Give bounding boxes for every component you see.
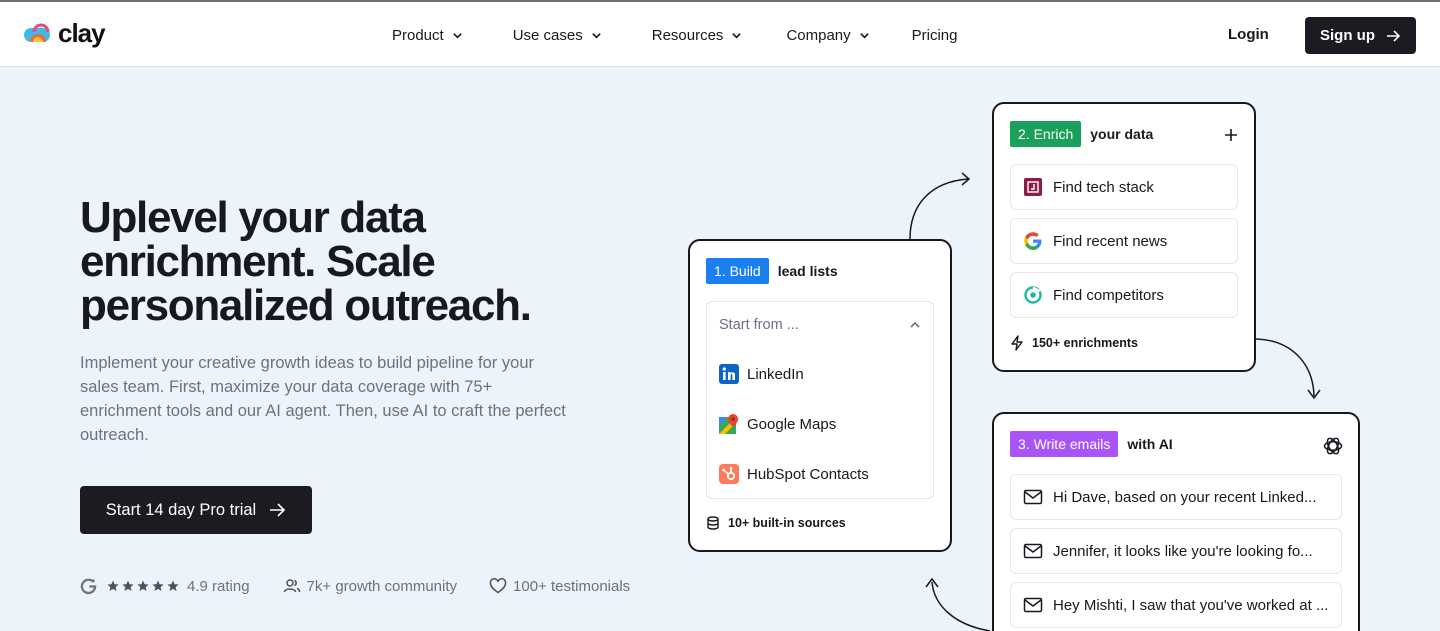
plus-icon[interactable] — [1224, 128, 1238, 142]
source-google-maps[interactable]: Google Maps — [719, 414, 836, 434]
build-card-title: lead lists — [777, 263, 838, 279]
enrich-card-footer: 150+ enrichments — [1010, 335, 1138, 351]
hubspot-icon — [719, 464, 739, 484]
mail-icon — [1023, 597, 1043, 613]
email-draft-dave-text: Hi Dave, based on your recent Linked... — [1053, 488, 1317, 506]
email-draft-mishti-text: Hey Mishti, I saw that you've worked at … — [1053, 596, 1329, 614]
enrich-tag: 2. Enrich — [1010, 121, 1082, 147]
write-card-title: with AI — [1127, 436, 1173, 452]
enrich-find-tech-stack[interactable]: Find tech stack — [1010, 164, 1238, 210]
build-card: 1. Build lead lists Start from ... Linke… — [688, 239, 952, 552]
build-card-header: 1. Build lead lists — [706, 258, 838, 284]
source-hubspot[interactable]: HubSpot Contacts — [719, 464, 869, 484]
enrich-find-recent-news[interactable]: Find recent news — [1010, 218, 1238, 264]
google-icon — [1023, 231, 1043, 251]
enrich-card: 2. Enrich your data Find tech stack Find… — [992, 102, 1256, 372]
write-emails-tag: 3. Write emails — [1010, 431, 1119, 457]
enrich-find-tech-stack-label: Find tech stack — [1053, 178, 1154, 196]
mail-icon — [1023, 489, 1043, 505]
enrich-find-competitors-label: Find competitors — [1053, 286, 1164, 304]
email-draft-dave[interactable]: Hi Dave, based on your recent Linked... — [1010, 474, 1342, 520]
enrich-card-title: your data — [1090, 126, 1154, 142]
openai-icon — [1323, 437, 1343, 455]
builtwith-icon — [1023, 177, 1043, 197]
chevron-up-icon — [910, 321, 920, 328]
source-hubspot-label: HubSpot Contacts — [747, 465, 869, 483]
source-linkedin-label: LinkedIn — [747, 365, 804, 383]
build-tag: 1. Build — [706, 258, 769, 284]
enrich-find-competitors[interactable]: Find competitors — [1010, 272, 1238, 318]
source-dropdown: Start from ... LinkedIn Google Maps HubS… — [706, 301, 934, 499]
lightning-icon — [1011, 335, 1023, 351]
enrich-card-header: 2. Enrich your data — [1010, 121, 1153, 147]
source-dropdown-toggle[interactable]: Start from ... — [719, 317, 921, 333]
write-card-header: 3. Write emails with AI — [1010, 431, 1173, 457]
database-icon — [707, 516, 719, 530]
email-draft-mishti[interactable]: Hey Mishti, I saw that you've worked at … — [1010, 582, 1342, 628]
email-draft-jennifer[interactable]: Jennifer, it looks like you're looking f… — [1010, 528, 1342, 574]
enrich-find-recent-news-label: Find recent news — [1053, 232, 1168, 250]
linkedin-icon — [719, 364, 739, 384]
dropdown-placeholder: Start from ... — [719, 317, 799, 333]
source-linkedin[interactable]: LinkedIn — [719, 364, 804, 384]
email-draft-jennifer-text: Jennifer, it looks like you're looking f… — [1053, 542, 1313, 560]
build-card-footer-text: 10+ built-in sources — [728, 516, 846, 530]
mail-icon — [1023, 543, 1043, 559]
source-google-maps-label: Google Maps — [747, 415, 837, 433]
enrich-card-footer-text: 150+ enrichments — [1032, 336, 1138, 350]
google-maps-icon — [719, 414, 738, 434]
build-card-footer: 10+ built-in sources — [706, 516, 846, 530]
write-emails-card: 3. Write emails with AI Hi Dave, based o… — [992, 412, 1360, 631]
competitor-tool-icon — [1023, 285, 1043, 305]
